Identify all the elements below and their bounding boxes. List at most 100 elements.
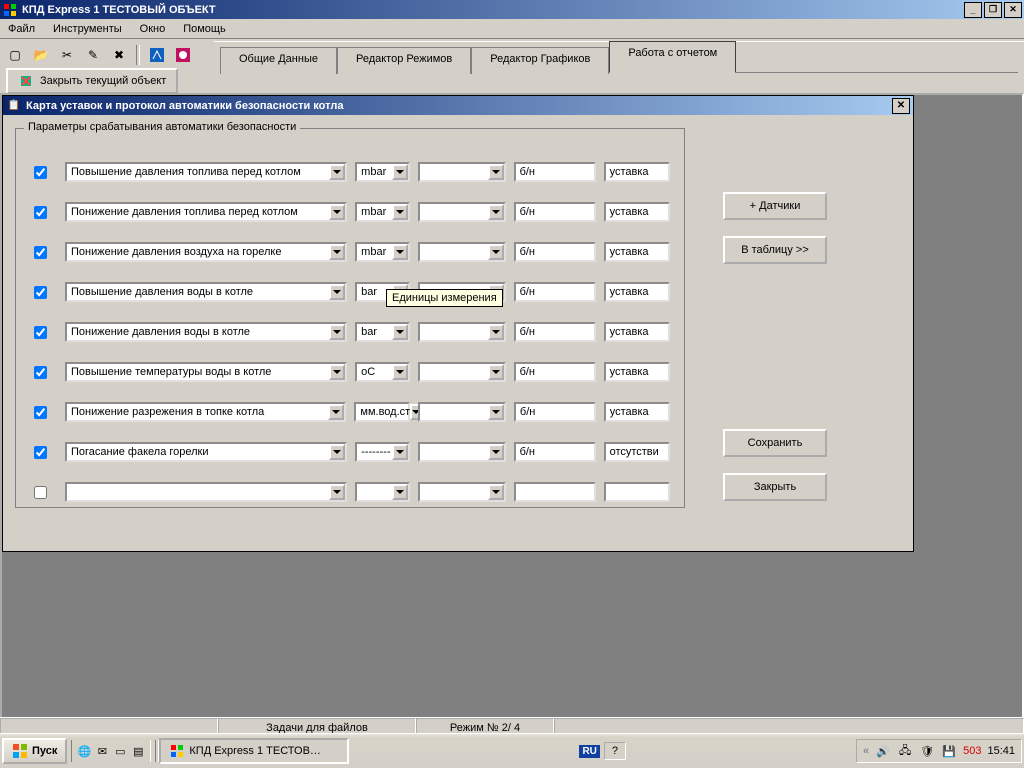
chevron-down-icon[interactable] [392, 164, 408, 180]
lang-indicator[interactable]: RU [579, 745, 599, 758]
menu-tools[interactable]: Инструменты [49, 21, 126, 37]
row-checkbox[interactable] [34, 486, 47, 499]
chevron-down-icon[interactable] [392, 484, 408, 500]
row-checkbox[interactable] [34, 246, 47, 259]
chevron-down-icon[interactable] [329, 364, 345, 380]
tab-general[interactable]: Общие Данные [220, 47, 337, 74]
chevron-down-icon[interactable] [329, 284, 345, 300]
tab-report[interactable]: Работа с отчетом [609, 41, 736, 73]
value-combo[interactable] [418, 402, 506, 422]
note-field[interactable]: уставка [604, 402, 670, 422]
chevron-down-icon[interactable] [488, 484, 504, 500]
value-combo[interactable] [418, 362, 506, 382]
row-checkbox[interactable] [34, 206, 47, 219]
chevron-down-icon[interactable] [488, 244, 504, 260]
taskbar-task[interactable]: КПД Express 1 ТЕСТОВ… [159, 738, 349, 764]
chevron-down-icon[interactable] [488, 164, 504, 180]
chevron-down-icon[interactable] [488, 404, 504, 420]
tray-chevron-icon[interactable]: « [863, 745, 869, 757]
chevron-down-icon[interactable] [488, 364, 504, 380]
menu-file[interactable]: Файл [4, 21, 39, 37]
new-icon[interactable]: ▢ [4, 44, 26, 66]
chevron-down-icon[interactable] [392, 244, 408, 260]
tool-b-icon[interactable] [172, 44, 194, 66]
value-combo[interactable] [418, 242, 506, 262]
unit-combo[interactable]: -------- [355, 442, 410, 462]
note-field[interactable]: отсутстви [604, 442, 670, 462]
close-object-button[interactable]: Закрыть текущий объект [6, 68, 178, 94]
unit-combo[interactable]: oC [355, 362, 410, 382]
minimize-button[interactable]: _ [964, 2, 982, 18]
ql-desktop-icon[interactable]: ▭ [112, 743, 128, 759]
param-combo[interactable] [65, 482, 347, 502]
param-combo[interactable]: Погасание факела горелки [65, 442, 347, 462]
chevron-down-icon[interactable] [329, 204, 345, 220]
row-checkbox[interactable] [34, 286, 47, 299]
tool-a-icon[interactable] [146, 44, 168, 66]
unit-combo[interactable]: mbar [355, 202, 410, 222]
chevron-down-icon[interactable] [329, 324, 345, 340]
tray-icon-3[interactable]: 🛡 [919, 743, 935, 759]
chevron-down-icon[interactable] [392, 204, 408, 220]
sn-field[interactable]: б/н [514, 202, 596, 222]
chevron-down-icon[interactable] [392, 324, 408, 340]
sn-field[interactable] [514, 482, 596, 502]
row-checkbox[interactable] [34, 366, 47, 379]
close-button[interactable]: ✕ [1004, 2, 1022, 18]
row-checkbox[interactable] [34, 326, 47, 339]
note-field[interactable]: уставка [604, 322, 670, 342]
note-field[interactable]: уставка [604, 202, 670, 222]
tray-icon-2[interactable]: 🖧 [897, 743, 913, 759]
note-field[interactable]: уставка [604, 162, 670, 182]
sn-field[interactable]: б/н [514, 322, 596, 342]
value-combo[interactable] [418, 162, 506, 182]
note-field[interactable]: уставка [604, 282, 670, 302]
chevron-down-icon[interactable] [329, 484, 345, 500]
chevron-down-icon[interactable] [392, 444, 408, 460]
param-combo[interactable]: Повышение температуры воды в котле [65, 362, 347, 382]
sn-field[interactable]: б/н [514, 402, 596, 422]
chevron-down-icon[interactable] [488, 324, 504, 340]
sn-field[interactable]: б/н [514, 242, 596, 262]
param-combo[interactable]: Понижение давления воздуха на горелке [65, 242, 347, 262]
chevron-down-icon[interactable] [329, 244, 345, 260]
ql-app-icon[interactable]: ▤ [130, 743, 146, 759]
dialog-titlebar[interactable]: 📋 Карта уставок и протокол автоматики бе… [3, 96, 913, 115]
tray-icon-4[interactable]: 💾 [941, 743, 957, 759]
chevron-down-icon[interactable] [329, 164, 345, 180]
param-combo[interactable]: Повышение давления топлива перед котлом [65, 162, 347, 182]
sn-field[interactable]: б/н [514, 362, 596, 382]
sn-field[interactable]: б/н [514, 162, 596, 182]
row-checkbox[interactable] [34, 446, 47, 459]
tray-help-icon[interactable]: ? [604, 742, 626, 760]
param-combo[interactable]: Понижение давления топлива перед котлом [65, 202, 347, 222]
unit-combo[interactable] [355, 482, 410, 502]
unit-combo[interactable]: мм.вод.ст [354, 402, 410, 422]
to-table-button[interactable]: В таблицу >> [723, 236, 827, 264]
sn-field[interactable]: б/н [514, 442, 596, 462]
tray-icon-1[interactable]: 🔊 [875, 743, 891, 759]
value-combo[interactable] [418, 442, 506, 462]
restore-button[interactable]: ❐ [984, 2, 1002, 18]
dialog-close-button[interactable]: ✕ [892, 98, 910, 114]
edit-icon[interactable]: ✎ [82, 44, 104, 66]
row-checkbox[interactable] [34, 406, 47, 419]
value-combo[interactable] [418, 322, 506, 342]
unit-combo[interactable]: mbar [355, 242, 410, 262]
cut-icon[interactable]: ✂ [56, 44, 78, 66]
note-field[interactable] [604, 482, 670, 502]
open-icon[interactable]: 📂 [30, 44, 52, 66]
note-field[interactable]: уставка [604, 242, 670, 262]
tab-graphs[interactable]: Редактор Графиков [471, 47, 609, 74]
start-button[interactable]: Пуск [2, 738, 67, 764]
row-checkbox[interactable] [34, 166, 47, 179]
param-combo[interactable]: Понижение разрежения в топке котла [65, 402, 346, 422]
ql-ie-icon[interactable]: 🌐 [76, 743, 92, 759]
tray-count[interactable]: 503 [963, 745, 981, 757]
ql-mail-icon[interactable]: ✉ [94, 743, 110, 759]
chevron-down-icon[interactable] [488, 204, 504, 220]
chevron-down-icon[interactable] [329, 444, 345, 460]
param-combo[interactable]: Понижение давления воды в котле [65, 322, 347, 342]
save-button[interactable]: Сохранить [723, 429, 827, 457]
chevron-down-icon[interactable] [488, 444, 504, 460]
